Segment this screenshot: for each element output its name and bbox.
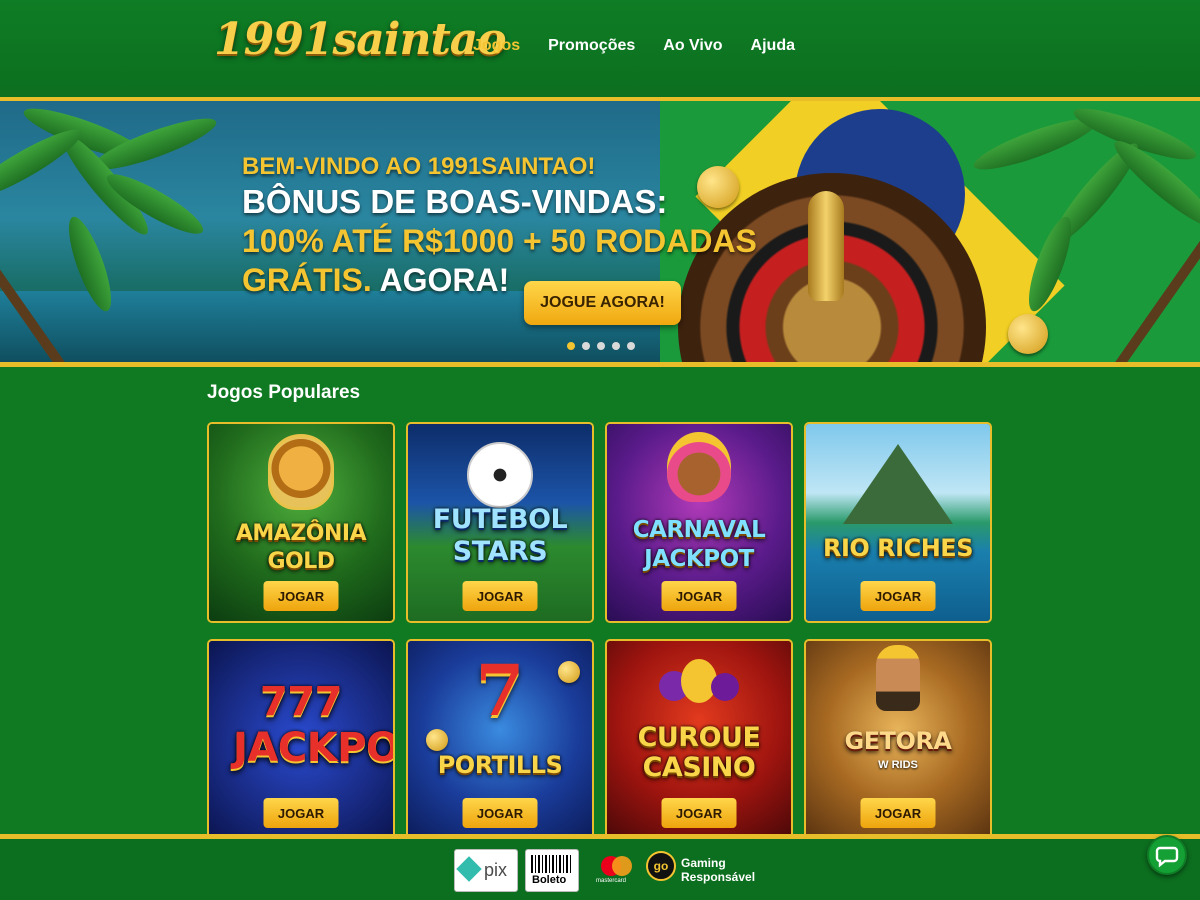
play-now-button[interactable]: JOGUE AGORA! xyxy=(524,281,681,325)
gold-coin-icon xyxy=(1008,314,1048,354)
game-title: FUTEBOL STARS xyxy=(432,504,568,567)
boleto-label: Boleto xyxy=(532,874,567,886)
hero-welcome: BEM-VINDO AO 1991SAINTAO! xyxy=(242,153,596,180)
site-header: 1991saintao Jogos Promoções Ao Vivo Ajud… xyxy=(0,0,1200,97)
mastercard-icon xyxy=(612,856,632,876)
site-footer xyxy=(0,839,1200,900)
carnival-mask-icon xyxy=(667,432,731,502)
carousel-dot-2[interactable] xyxy=(582,342,590,350)
play-button[interactable]: JOGAR xyxy=(462,798,538,828)
chat-button[interactable] xyxy=(1147,835,1187,875)
hero-free-spins: GRÁTIS. xyxy=(242,262,372,298)
gold-coin-icon xyxy=(558,661,580,683)
hero-text: BEM-VINDO AO 1991SAINTAO! BÔNUS DE BOAS-… xyxy=(242,153,757,299)
games-grid: AMAZÔNIA GOLD JOGAR FUTEBOL STARS JOGAR … xyxy=(207,422,993,840)
play-button[interactable]: JOGAR xyxy=(462,581,538,611)
roulette-spindle xyxy=(808,191,844,301)
game-title: CARNAVAL JACKPOT xyxy=(632,517,766,572)
game-title: GETORA xyxy=(844,727,952,755)
play-button[interactable]: JOGAR xyxy=(860,581,936,611)
nav-ao-vivo[interactable]: Ao Vivo xyxy=(663,37,722,55)
gold-coin-icon xyxy=(426,729,448,751)
section-title: Jogos Populares xyxy=(207,382,361,403)
site-logo[interactable]: 1991saintao xyxy=(214,14,507,65)
pix-label: pix xyxy=(484,860,508,880)
king-icon xyxy=(876,645,920,711)
lucky-seven-icon: 7 xyxy=(475,649,525,732)
carousel-dots xyxy=(567,342,635,350)
game-card-getora[interactable]: GETORA W RIDS JOGAR xyxy=(804,639,992,840)
game-card-rio-riches[interactable]: RIO RICHES JOGAR xyxy=(804,422,992,623)
game-subtitle: W RIDS xyxy=(878,759,918,771)
game-card-curoue-casino[interactable]: CUROUE CASINO JOGAR xyxy=(605,639,793,840)
nav-promocoes[interactable]: Promoções xyxy=(548,37,635,55)
game-card-carnaval-jackpot[interactable]: CARNAVAL JACKPOT JOGAR xyxy=(605,422,793,623)
play-button[interactable]: JOGAR xyxy=(661,581,737,611)
hero-banner[interactable]: BEM-VINDO AO 1991SAINTAO! BÔNUS DE BOAS-… xyxy=(0,101,1200,362)
game-card-777-jackpot[interactable]: 777 JACKPOT JOGAR xyxy=(207,639,395,840)
game-title: CUROUE CASINO xyxy=(637,722,761,783)
soccer-ball-icon xyxy=(467,442,533,508)
game-card-portills[interactable]: 7 PORTILLS JOGAR xyxy=(406,639,594,840)
game-title: RIO RICHES xyxy=(823,534,973,562)
carousel-dot-1[interactable] xyxy=(567,342,575,350)
hero-bonus-amount: 100% ATÉ R$1000 + 50 RODADAS xyxy=(242,223,757,259)
play-button[interactable]: JOGAR xyxy=(860,798,936,828)
carousel-dot-5[interactable] xyxy=(627,342,635,350)
fruits-icon xyxy=(659,659,739,709)
chat-bubble-icon xyxy=(1155,846,1179,868)
barcode-icon xyxy=(531,855,573,873)
game-card-amazonia-gold[interactable]: AMAZÔNIA GOLD JOGAR xyxy=(207,422,395,623)
nav-ajuda[interactable]: Ajuda xyxy=(751,37,795,55)
sugarloaf-mountain-icon xyxy=(843,444,953,524)
game-title: AMAZÔNIA GOLD xyxy=(235,521,367,574)
responsible-gaming-icon: go xyxy=(646,851,676,881)
nav-jogos[interactable]: Jogos xyxy=(473,37,520,55)
mastercard-label: mastercard xyxy=(596,878,627,884)
hero-now: AGORA! xyxy=(379,262,510,298)
play-button[interactable]: JOGAR xyxy=(263,798,339,828)
main-nav: Jogos Promoções Ao Vivo Ajuda xyxy=(473,37,795,55)
responsible-gaming-label[interactable]: Gaming Responsável xyxy=(681,856,761,884)
play-button[interactable]: JOGAR xyxy=(661,798,737,828)
play-button[interactable]: JOGAR xyxy=(263,581,339,611)
carousel-dot-3[interactable] xyxy=(597,342,605,350)
game-title: 777 JACKPOT xyxy=(233,679,393,771)
jaguar-icon xyxy=(268,434,334,510)
hero-divider xyxy=(0,362,1200,367)
carousel-dot-4[interactable] xyxy=(612,342,620,350)
hero-bonus-title: BÔNUS DE BOAS-VINDAS: xyxy=(242,183,668,220)
game-title: PORTILLS xyxy=(437,751,563,779)
game-card-futebol-stars[interactable]: FUTEBOL STARS JOGAR xyxy=(406,422,594,623)
